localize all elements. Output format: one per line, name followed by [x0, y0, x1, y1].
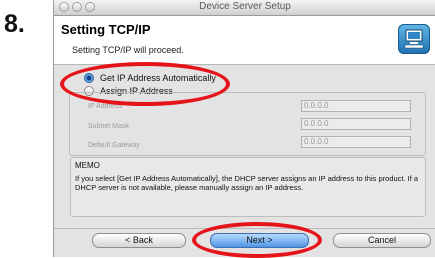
subnet-mask-label: Subnet Mask — [88, 123, 129, 130]
highlight-oval-radio — [60, 62, 230, 106]
default-gateway-field[interactable]: 0.0.0.0 — [301, 136, 411, 148]
back-button[interactable]: < Back — [92, 233, 186, 248]
ip-address-field[interactable]: 0.0.0.0 — [301, 100, 411, 112]
window-title: Device Server Setup — [199, 1, 291, 12]
page-title: Setting TCP/IP — [61, 22, 151, 37]
dialog-header: Setting TCP/IP Setting TCP/IP will proce… — [54, 16, 435, 65]
network-computer-icon — [398, 24, 430, 54]
memo-title: MEMO — [75, 161, 100, 170]
default-gateway-label: Default Gateway — [88, 142, 140, 149]
cancel-button[interactable]: Cancel — [333, 233, 431, 248]
memo-box: MEMO If you select [Get IP Address Autom… — [70, 157, 426, 217]
subnet-mask-field[interactable]: 0.0.0.0 — [301, 118, 411, 130]
memo-text: If you select [Get IP Address Automatica… — [75, 174, 419, 192]
setup-window: Device Server Setup Setting TCP/IP Setti… — [53, 0, 435, 257]
step-number: 8. — [4, 10, 25, 38]
page-subtitle: Setting TCP/IP will proceed. — [72, 45, 184, 55]
title-bar: Device Server Setup — [54, 0, 435, 16]
highlight-oval-next — [192, 222, 322, 258]
